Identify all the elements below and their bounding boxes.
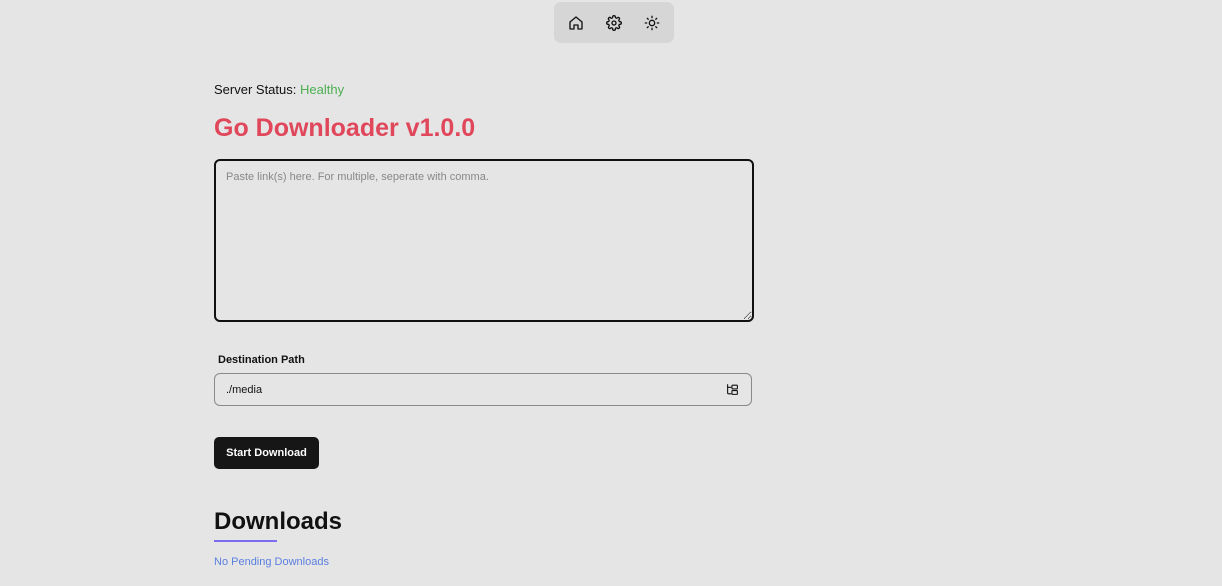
destination-path-field	[214, 373, 752, 406]
downloads-heading: Downloads	[214, 508, 343, 535]
start-download-button[interactable]: Start Download	[214, 437, 319, 469]
top-navigation	[554, 2, 674, 43]
browse-folder-button[interactable]	[724, 382, 740, 398]
destination-path-input[interactable]	[226, 383, 706, 396]
home-icon	[569, 15, 583, 30]
theme-toggle-button[interactable]	[641, 12, 663, 34]
folder-tree-icon	[726, 384, 738, 395]
server-status-label: Server Status:	[214, 82, 297, 97]
sun-icon	[644, 15, 660, 30]
home-nav-button[interactable]	[565, 12, 587, 34]
links-input[interactable]	[214, 159, 754, 322]
destination-path-label: Destination Path	[218, 354, 305, 366]
no-pending-downloads-message: No Pending Downloads	[214, 556, 329, 568]
server-status: Server Status: Healthy	[214, 82, 344, 97]
server-status-value: Healthy	[300, 82, 345, 97]
app-page: Server Status: Healthy Go Downloader v1.…	[0, 0, 1222, 586]
page-title: Go Downloader v1.0.0	[214, 114, 476, 142]
downloads-heading-underline	[214, 540, 277, 542]
gear-icon	[606, 14, 622, 31]
settings-nav-button[interactable]	[603, 12, 625, 34]
